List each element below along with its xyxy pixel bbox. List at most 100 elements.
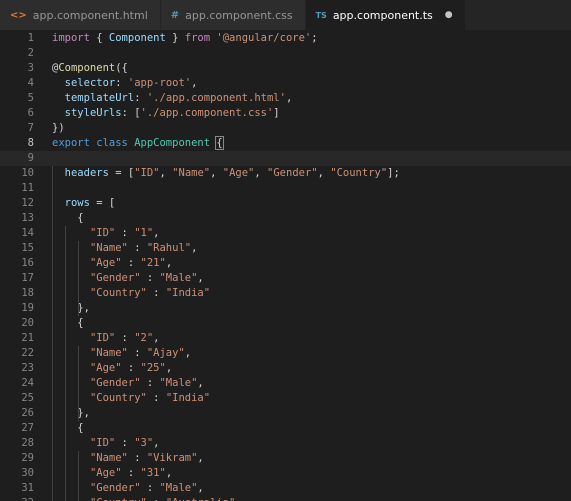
- line-number: 2: [27, 47, 34, 59]
- code-token: "31": [140, 467, 166, 479]
- code-line[interactable]: 6 styleUrls: ['./app.component.css']: [0, 106, 571, 121]
- code-line[interactable]: 17 "Gender" : "Male",: [0, 271, 571, 286]
- code-token: }: [165, 32, 185, 44]
- code-token: ;: [311, 32, 318, 44]
- line-number: 20: [21, 317, 34, 329]
- code-line[interactable]: 2: [0, 46, 571, 61]
- code-line[interactable]: 3 @Component({: [0, 61, 571, 76]
- code-token: "25": [140, 362, 166, 374]
- code-token: ,: [317, 167, 331, 179]
- tab-label: app.component.ts: [332, 8, 433, 22]
- code-line[interactable]: 22 "Name" : "Ajay",: [0, 346, 571, 361]
- code-token: "3": [134, 437, 154, 449]
- code-token: },: [52, 407, 90, 419]
- line-number: 16: [21, 257, 34, 269]
- line-number: 5: [27, 92, 34, 104]
- tab-app-component-html[interactable]: <> app.component.html: [0, 0, 161, 30]
- line-number: 6: [27, 107, 34, 119]
- indent-guide: [78, 241, 79, 316]
- code-line[interactable]: 4 selector: 'app-root',: [0, 76, 571, 91]
- code-token: },: [52, 302, 90, 314]
- code-token: class: [96, 137, 128, 149]
- code-token: :: [115, 77, 128, 89]
- typescript-file-icon: TS: [315, 10, 327, 20]
- code-text: {: [52, 421, 83, 436]
- line-number: 14: [21, 227, 34, 239]
- code-text: rows = [: [52, 196, 116, 211]
- code-token: :: [146, 287, 166, 299]
- code-token: = [: [108, 167, 135, 179]
- code-token: selector: [64, 77, 116, 89]
- code-line[interactable]: 29 "Name" : "Vikram",: [0, 451, 571, 466]
- code-token: ,: [153, 332, 160, 344]
- code-token: ,: [197, 377, 204, 389]
- code-text: "Gender" : "Male",: [52, 481, 204, 496]
- tab-app-component-css[interactable]: # app.component.css: [160, 0, 306, 30]
- code-line[interactable]: 16 "Age" : "21",: [0, 256, 571, 271]
- code-text: "Country" : "India": [52, 391, 210, 406]
- code-line[interactable]: 7}): [0, 121, 571, 136]
- code-line[interactable]: 1 import { Component } from '@angular/cor…: [0, 31, 571, 46]
- line-number: 17: [21, 272, 34, 284]
- code-token: ,: [197, 482, 204, 494]
- code-line[interactable]: 8 export class AppComponent {: [0, 136, 571, 151]
- code-line[interactable]: 19 },: [0, 301, 571, 316]
- code-line[interactable]: 10 headers = ["ID", "Name", "Age", "Gend…: [0, 166, 571, 181]
- tab-app-component-ts[interactable]: TS app.component.ts ●: [305, 0, 466, 30]
- code-token: "1": [134, 227, 154, 239]
- code-token: {: [215, 136, 224, 150]
- code-line[interactable]: 24 "Gender" : "Male",: [0, 376, 571, 391]
- line-number: 11: [21, 182, 34, 194]
- line-number: 32: [0, 496, 52, 501]
- code-line[interactable]: 11: [0, 181, 571, 196]
- code-editor[interactable]: 1 import { Component } from '@angular/cor…: [0, 31, 571, 501]
- code-token: './app.component.html': [146, 92, 286, 104]
- code-line[interactable]: 26 },: [0, 406, 571, 421]
- line-number: 24: [21, 377, 34, 389]
- code-text: {: [52, 316, 83, 331]
- code-line[interactable]: 13 {: [0, 211, 571, 226]
- code-line[interactable]: 31 "Gender" : "Male",: [0, 481, 571, 496]
- code-token: ,: [197, 272, 204, 284]
- code-text: "Name" : "Ajay",: [52, 346, 191, 361]
- code-token: "Rahul": [146, 242, 192, 254]
- code-line[interactable]: 27 {: [0, 421, 571, 436]
- code-line[interactable]: 25 "Country" : "India": [0, 391, 571, 406]
- code-line[interactable]: 30 "Age" : "31",: [0, 466, 571, 481]
- code-line[interactable]: 32 "Country" : "Australia": [0, 496, 571, 501]
- code-token: "ID": [89, 332, 116, 344]
- code-line[interactable]: 28 "ID" : "3",: [0, 436, 571, 451]
- code-token: import: [52, 32, 90, 44]
- code-token: "Country": [330, 167, 388, 179]
- indent-guide: [65, 226, 66, 501]
- code-line[interactable]: 23 "Age" : "25",: [0, 361, 571, 376]
- code-line[interactable]: 20 {: [0, 316, 571, 331]
- unsaved-changes-icon[interactable]: ●: [445, 10, 453, 20]
- tab-label: app.component.html: [32, 8, 148, 22]
- code-token: ,: [165, 257, 173, 269]
- code-line[interactable]: 9: [0, 151, 571, 166]
- code-token: "India": [165, 287, 211, 299]
- code-text: "Country" : "Australia": [52, 496, 235, 501]
- code-token: 'app-root': [127, 77, 192, 89]
- code-line[interactable]: 21 "ID" : "2",: [0, 331, 571, 346]
- code-line[interactable]: 14 "ID" : "1",: [0, 226, 571, 241]
- code-line[interactable]: 5 templateUrl: './app.component.html',: [0, 91, 571, 106]
- code-text: export class AppComponent {: [52, 136, 224, 151]
- line-number: 19: [21, 302, 34, 314]
- indent-guide: [78, 346, 79, 421]
- code-line[interactable]: 12 rows = [: [0, 196, 571, 211]
- code-line[interactable]: 18 "Country" : "India": [0, 286, 571, 301]
- code-line[interactable]: 15 "Name" : "Rahul",: [0, 241, 571, 256]
- code-token: ,: [191, 77, 198, 89]
- code-token: "Name": [172, 167, 211, 179]
- code-text: selector: 'app-root',: [52, 76, 198, 91]
- code-text: "Age" : "21",: [52, 256, 172, 271]
- code-token: : [: [121, 107, 141, 119]
- code-token: Component: [108, 32, 166, 44]
